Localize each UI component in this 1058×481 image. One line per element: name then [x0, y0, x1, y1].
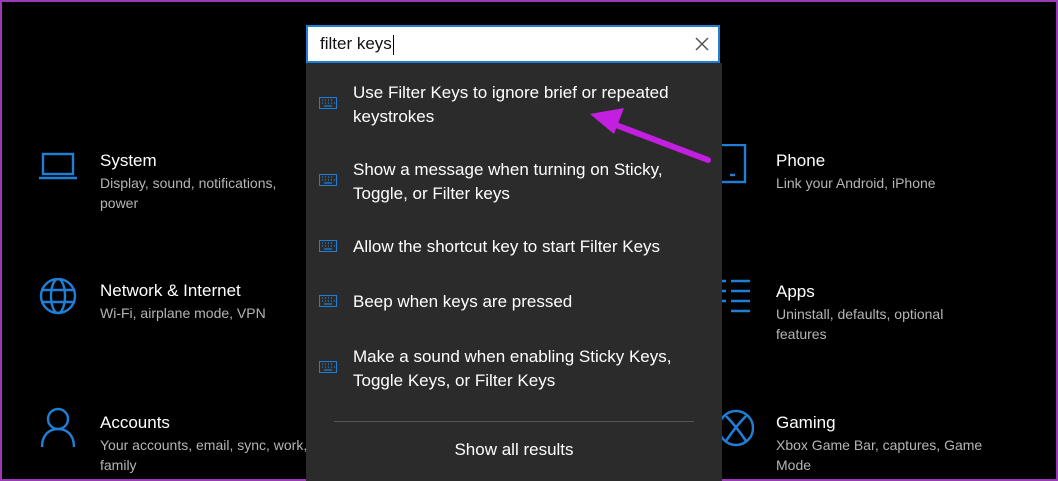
laptop-icon: [39, 152, 77, 180]
tile-system[interactable]: System Display, sound, notifications, po…: [38, 150, 318, 220]
tile-gaming-title: Gaming: [776, 413, 836, 432]
search-input[interactable]: filter keys: [320, 27, 680, 61]
result-item[interactable]: Allow the shortcut key to start Filter K…: [306, 235, 722, 263]
keyboard-icon: [319, 295, 337, 307]
tile-accounts-desc: Your accounts, email, sync, work, family: [100, 437, 308, 473]
tile-phone[interactable]: Phone Link your Android, iPhone: [714, 144, 1004, 200]
result-item[interactable]: Beep when keys are pressed: [306, 290, 722, 318]
result-label: Beep when keys are pressed: [353, 292, 573, 311]
result-item[interactable]: Make a sound when enabling Sticky Keys, …: [306, 345, 722, 397]
results-divider: [334, 421, 694, 422]
result-item[interactable]: Show a message when turning on Sticky, T…: [306, 158, 722, 210]
tile-network[interactable]: Network & Internet Wi-Fi, airplane mode,…: [38, 278, 318, 330]
tile-gaming[interactable]: Gaming Xbox Game Bar, captures, Game Mod…: [714, 409, 1004, 478]
result-item[interactable]: Use Filter Keys to ignore brief or repea…: [306, 81, 722, 133]
tile-apps-title: Apps: [776, 282, 815, 301]
result-label: Allow the shortcut key to start Filter K…: [353, 237, 661, 256]
tile-gaming-desc: Xbox Game Bar, captures, Game Mode: [776, 437, 983, 473]
tile-accounts[interactable]: Accounts Your accounts, email, sync, wor…: [38, 407, 318, 478]
tile-apps-desc: Uninstall, defaults, optional features: [776, 306, 944, 342]
tile-phone-title: Phone: [776, 151, 826, 170]
globe-icon: [39, 278, 77, 315]
text-caret: [392, 34, 394, 55]
keyboard-icon: [319, 174, 337, 186]
close-icon[interactable]: [694, 36, 710, 52]
search-input-value: filter keys: [320, 34, 392, 53]
search-results-dropdown: Use Filter Keys to ignore brief or repea…: [306, 63, 722, 481]
keyboard-icon: [319, 97, 337, 109]
tile-phone-desc: Link your Android, iPhone: [776, 175, 936, 191]
keyboard-icon: [319, 240, 337, 252]
tile-system-desc: Display, sound, notifications, power: [100, 175, 277, 211]
keyboard-icon: [319, 361, 337, 373]
show-all-results-button[interactable]: Show all results: [306, 438, 722, 462]
tile-apps[interactable]: Apps Uninstall, defaults, optional featu…: [714, 279, 1004, 347]
result-label: Make a sound when enabling Sticky Keys, …: [353, 347, 672, 390]
tile-accounts-title: Accounts: [100, 413, 170, 432]
person-icon: [40, 407, 76, 447]
result-label: Show a message when turning on Sticky, T…: [353, 160, 663, 203]
tile-system-title: System: [100, 151, 157, 170]
search-box[interactable]: filter keys: [306, 25, 720, 63]
tile-network-title: Network & Internet: [100, 281, 241, 300]
tile-network-desc: Wi-Fi, airplane mode, VPN: [100, 305, 266, 321]
result-label: Use Filter Keys to ignore brief or repea…: [353, 83, 669, 126]
